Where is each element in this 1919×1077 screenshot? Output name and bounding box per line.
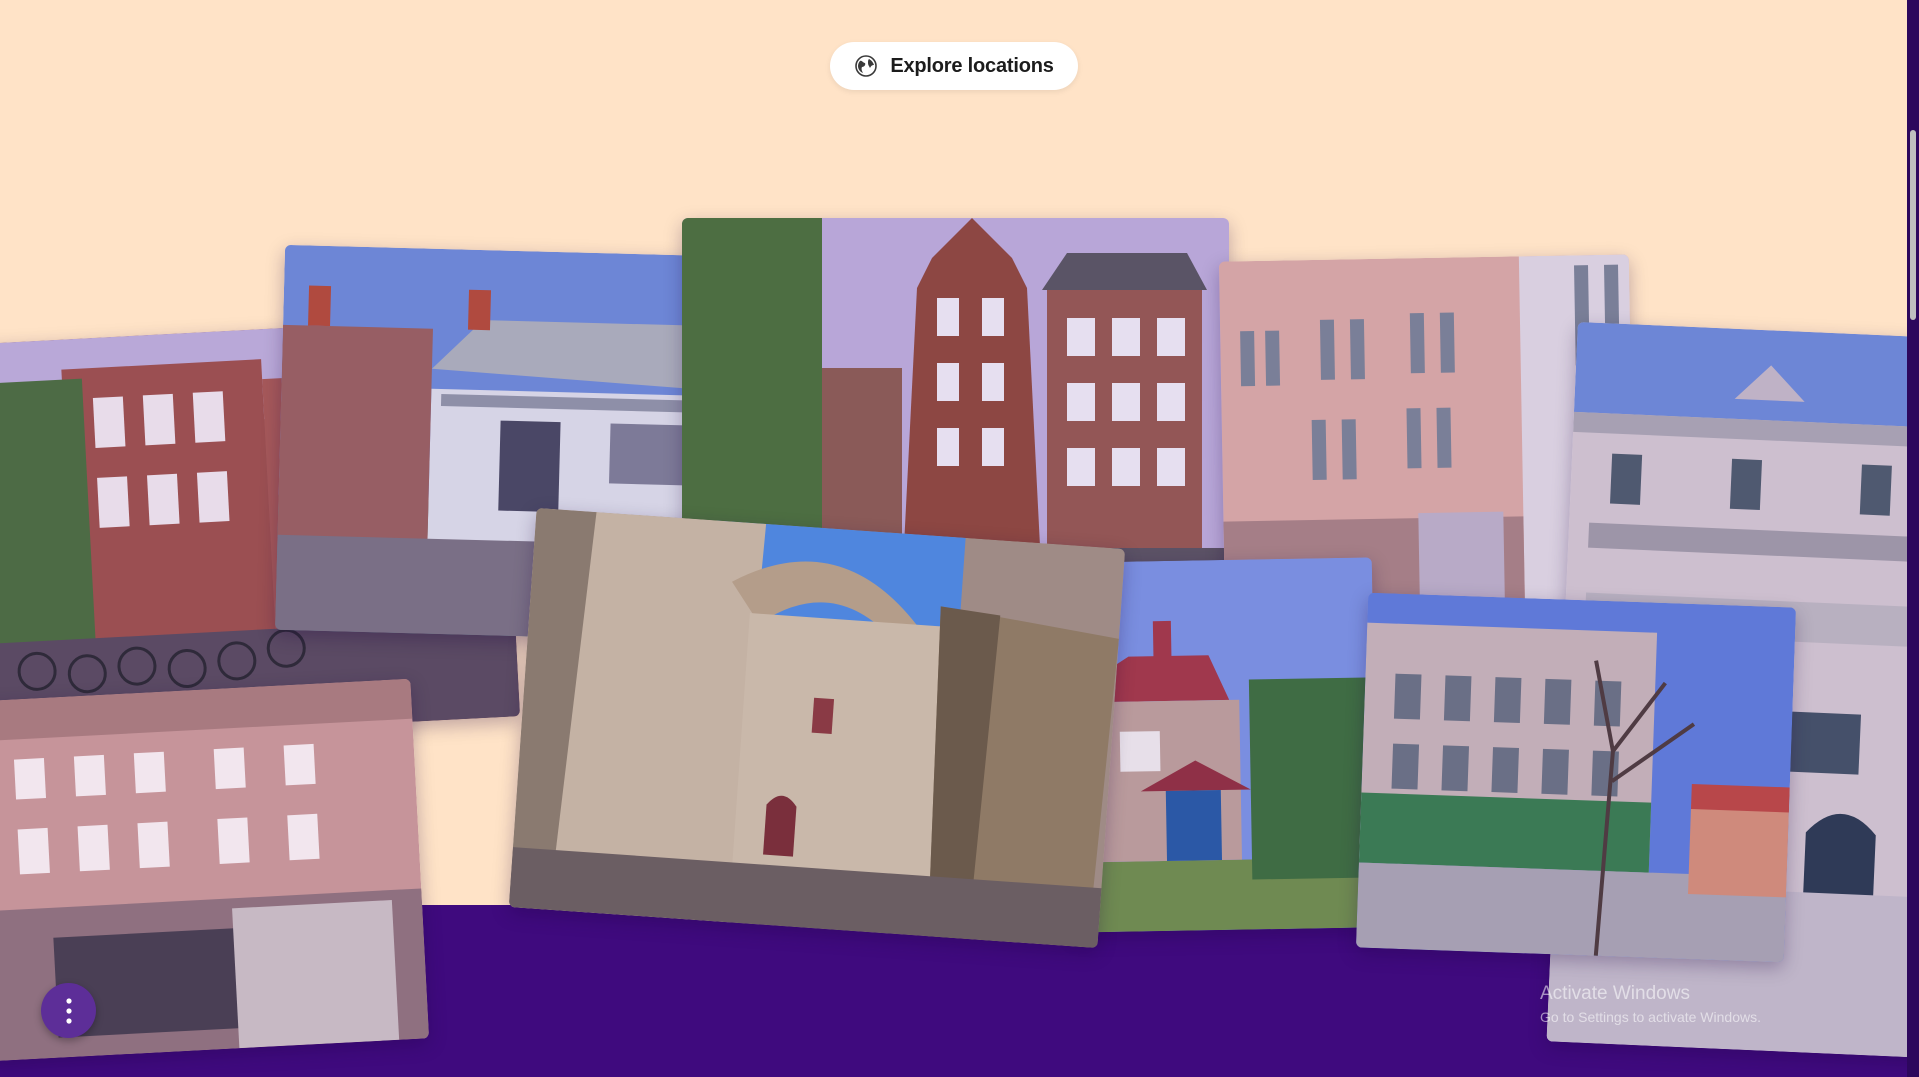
explore-locations-button[interactable]: Explore locations	[830, 42, 1078, 90]
activate-windows-watermark: Activate Windows Go to Settings to activ…	[1540, 983, 1761, 1025]
scrollbar-thumb[interactable]	[1910, 130, 1916, 320]
page-scrollbar[interactable]	[1907, 0, 1919, 1077]
watermark-title: Activate Windows	[1540, 983, 1690, 1004]
globe-icon	[855, 55, 878, 77]
vertical-dots-icon	[65, 997, 72, 1024]
more-options-button[interactable]	[41, 983, 96, 1038]
explore-locations-label: Explore locations	[890, 54, 1054, 77]
photo-stone-arch-village[interactable]	[508, 507, 1126, 949]
watermark-subtitle: Go to Settings to activate Windows.	[1540, 1009, 1761, 1025]
photo-ornate-mansion[interactable]	[1355, 592, 1797, 963]
